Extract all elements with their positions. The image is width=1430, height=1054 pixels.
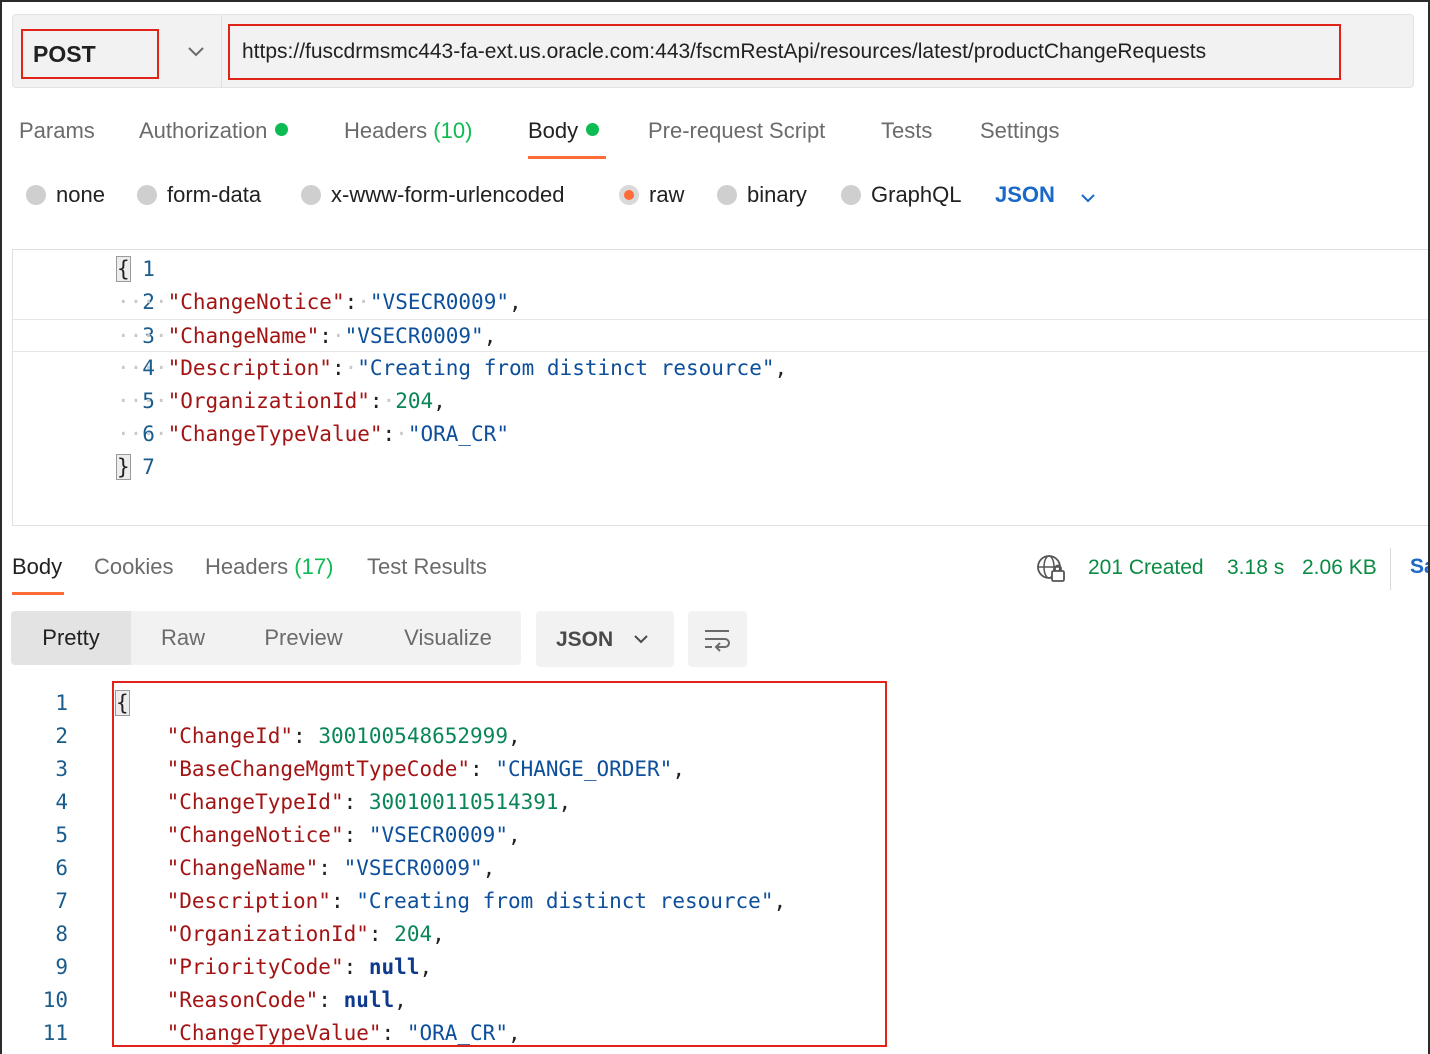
divider [221, 15, 222, 87]
view-raw-button[interactable]: Raw [143, 611, 223, 665]
save-response-button[interactable]: Sa [1410, 555, 1428, 579]
status-dot-icon [586, 123, 600, 136]
radio-urlencoded[interactable]: x-www-form-urlencoded [301, 182, 565, 208]
active-tab-indicator [12, 592, 64, 595]
code-line: 1 { [13, 253, 1428, 286]
chevron-down-icon [634, 635, 648, 644]
tab-pre-request-script[interactable]: Pre-request Script [648, 118, 825, 144]
line-number: 5 [55, 823, 68, 847]
chevron-down-icon[interactable] [1076, 186, 1100, 210]
view-preview-button[interactable]: Preview [251, 611, 356, 665]
json-value: "VSECR0009" [344, 324, 484, 348]
tab-cookies[interactable]: Cookies [94, 554, 173, 580]
divider [1390, 548, 1391, 590]
radio-graphql[interactable]: GraphQL [841, 182, 962, 208]
globe-lock-icon[interactable] [1036, 554, 1066, 584]
tab-body[interactable]: Body [528, 118, 600, 144]
response-highlight-box [112, 681, 887, 1047]
line-number: 1 [55, 691, 68, 715]
radio-form-data[interactable]: form-data [137, 182, 261, 208]
json-value: 204 [395, 389, 434, 413]
active-tab-indicator [528, 156, 606, 159]
radio-label: raw [649, 182, 685, 207]
response-tabs: Body Cookies Headers (17) Test Results [2, 550, 1428, 594]
json-value: "Creating from distinct resource" [357, 356, 775, 380]
postman-window: POST https://fuscdrmsmc443-fa-ext.us.ora… [0, 0, 1430, 1054]
json-value: "ORA_CR" [407, 422, 509, 446]
headers-count: (17) [294, 554, 334, 579]
method-select[interactable]: POST [21, 29, 159, 79]
tab-settings[interactable]: Settings [980, 118, 1060, 144]
code-line: 4 ····"Description":·"Creating from dist… [13, 352, 1428, 385]
line-number: 6 [55, 856, 68, 880]
json-value: "VSECR0009" [369, 290, 509, 314]
line-number: 8 [55, 922, 68, 946]
tab-test-results[interactable]: Test Results [367, 554, 487, 580]
tab-params[interactable]: Params [19, 118, 95, 144]
radio-label: binary [747, 182, 807, 207]
radio-none[interactable]: none [26, 182, 105, 208]
wrap-lines-icon [705, 630, 730, 652]
radio-label: none [56, 182, 105, 207]
code-line: 5 ····"OrganizationId":·204, [13, 385, 1428, 418]
request-tabs: Params Authorization Headers (10) Body P… [2, 114, 1428, 158]
url-input[interactable]: https://fuscdrmsmc443-fa-ext.us.oracle.c… [228, 24, 1341, 80]
response-format-select[interactable]: JSON [536, 611, 674, 667]
line-number: 7 [55, 889, 68, 913]
radio-label: x-www-form-urlencoded [331, 182, 565, 207]
request-url-bar: POST https://fuscdrmsmc443-fa-ext.us.ora… [12, 14, 1414, 88]
radio-circle-icon [137, 185, 157, 205]
line-number: 4 [55, 790, 68, 814]
status-code[interactable]: 201 Created [1088, 556, 1204, 580]
tab-headers[interactable]: Headers (10) [344, 118, 472, 144]
wrap-lines-button[interactable] [688, 611, 747, 667]
radio-circle-icon [717, 185, 737, 205]
radio-label: GraphQL [871, 182, 962, 207]
code-line: 7 } [13, 451, 1428, 484]
tab-label: Body [528, 118, 579, 143]
radio-raw[interactable]: raw [619, 182, 684, 208]
headers-count: (10) [433, 118, 473, 143]
response-time[interactable]: 3.18 s [1227, 556, 1284, 580]
body-language-select[interactable]: JSON [995, 182, 1055, 208]
view-visualize-button[interactable]: Visualize [387, 611, 509, 665]
line-number: 9 [55, 955, 68, 979]
code-line: 2 ····"ChangeNotice":·"VSECR0009", [13, 286, 1428, 319]
line-number: 10 [42, 988, 68, 1012]
radio-label: form-data [167, 182, 262, 207]
code-line: 6 ····"ChangeTypeValue":·"ORA_CR" [13, 418, 1428, 451]
method-label: POST [33, 41, 96, 67]
body-type-options: none form-data x-www-form-urlencoded raw… [2, 178, 1428, 218]
radio-selected-icon [619, 185, 639, 205]
tab-authorization[interactable]: Authorization [139, 118, 289, 144]
tab-label: Headers [205, 554, 289, 579]
format-label: JSON [556, 628, 614, 651]
line-number: 11 [42, 1021, 68, 1045]
tab-response-headers[interactable]: Headers (17) [205, 554, 333, 580]
response-size[interactable]: 2.06 KB [1302, 556, 1377, 580]
tab-label: Authorization [139, 118, 268, 143]
tab-label: Headers [344, 118, 428, 143]
view-pretty-button[interactable]: Pretty [11, 611, 131, 665]
radio-binary[interactable]: binary [717, 182, 807, 208]
view-mode-switcher: Pretty Raw Preview Visualize [11, 611, 521, 665]
radio-circle-icon [841, 185, 861, 205]
line-number: 2 [55, 724, 68, 748]
radio-circle-icon [26, 185, 46, 205]
url-text: https://fuscdrmsmc443-fa-ext.us.oracle.c… [242, 40, 1207, 63]
tab-tests[interactable]: Tests [881, 118, 932, 144]
code-line-active: 3 ····"ChangeName":·"VSECR0009", [13, 319, 1428, 352]
request-body-editor[interactable]: 1 { 2 ····"ChangeNotice":·"VSECR0009", 3… [12, 249, 1428, 526]
line-number: 3 [55, 757, 68, 781]
status-dot-icon [275, 123, 289, 136]
chevron-down-icon[interactable] [181, 37, 211, 67]
tab-response-body[interactable]: Body [12, 554, 62, 580]
radio-circle-icon [301, 185, 321, 205]
